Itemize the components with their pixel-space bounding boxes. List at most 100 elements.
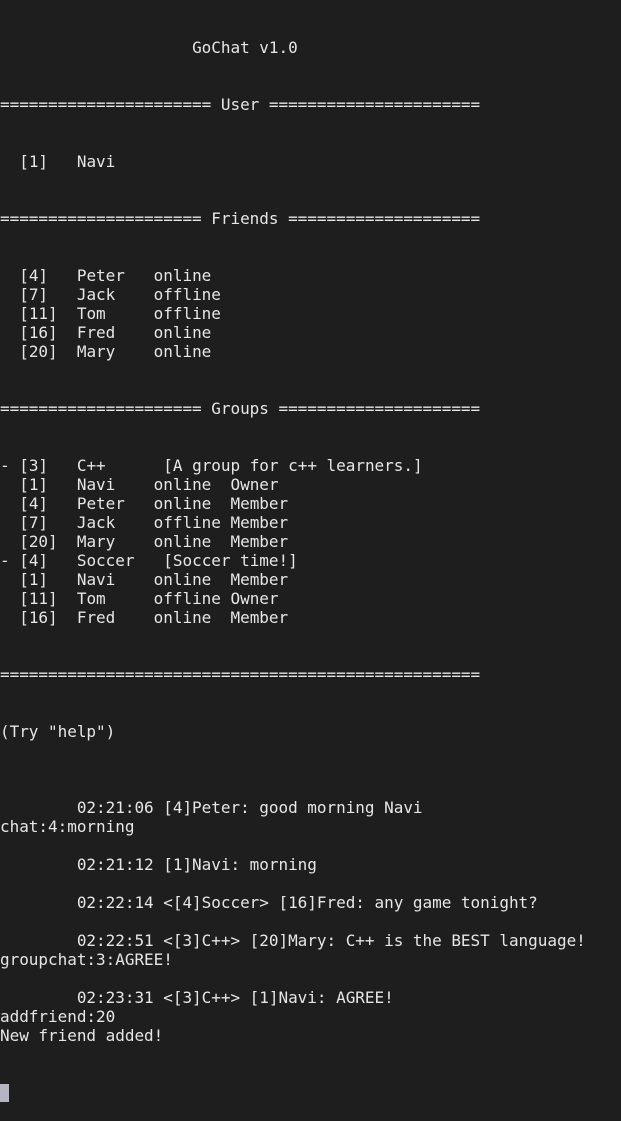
group-member-row: [16] Fred online Member	[0, 608, 621, 627]
chat-message: 02:21:12 [1]Navi: morning	[0, 855, 317, 874]
friend-row[interactable]: [16] Fred online	[0, 323, 621, 342]
member-id: [16]	[19, 608, 77, 627]
group-marker: -	[0, 551, 20, 570]
group-member-row: [11] Tom offline Owner	[0, 589, 621, 608]
friend-status: online	[153, 342, 212, 361]
friend-name: Fred	[76, 323, 154, 342]
friend-row[interactable]: [11] Tom offline	[0, 304, 621, 323]
end-separator: ========================================…	[0, 665, 481, 684]
friend-name: Mary	[76, 342, 154, 361]
member-name: Mary	[76, 532, 154, 551]
member-status: online	[153, 570, 231, 589]
friend-row[interactable]: [7] Jack offline	[0, 285, 621, 304]
group-description: [A group for c++ learners.]	[163, 456, 423, 475]
user-command: chat:4:morning	[0, 817, 135, 836]
member-name: Jack	[76, 513, 154, 532]
chat-message: 02:22:14 <[4]Soccer> [16]Fred: any game …	[0, 893, 538, 912]
member-name: Navi	[76, 570, 154, 589]
member-id: [11]	[19, 589, 77, 608]
command-input-line[interactable]	[0, 1083, 621, 1102]
group-id: [3]	[19, 456, 77, 475]
groups-section-separator: ===================== Groups ===========…	[0, 399, 481, 418]
group-header-row[interactable]: - [3] C++ [A group for c++ learners.]	[0, 456, 621, 475]
help-hint: (Try "help")	[0, 722, 116, 741]
friend-name: Jack	[76, 285, 154, 304]
groups-list: - [3] C++ [A group for c++ learners.] [1…	[0, 456, 621, 627]
friends-section-separator: ===================== Friends ==========…	[0, 209, 481, 228]
member-status: online	[153, 532, 231, 551]
friend-id: [7]	[19, 285, 77, 304]
current-user: [1] Navi	[0, 152, 621, 171]
user-command: addfriend:20	[0, 1007, 116, 1026]
member-name: Tom	[76, 589, 154, 608]
group-marker: -	[0, 456, 20, 475]
terminal-window[interactable]: GoChat v1.0 ====================== User …	[0, 0, 621, 1102]
member-role: Member	[230, 494, 289, 513]
friend-id: [16]	[19, 323, 77, 342]
group-member-row: [1] Navi online Member	[0, 570, 621, 589]
member-status: online	[153, 608, 231, 627]
friend-name: Tom	[76, 304, 154, 323]
group-member-row: [1] Navi online Owner	[0, 475, 621, 494]
user-command: groupchat:3:AGREE!	[0, 950, 173, 969]
friend-row[interactable]: [20] Mary online	[0, 342, 621, 361]
friend-status: offline	[153, 304, 221, 323]
app-title: GoChat v1.0	[192, 38, 298, 57]
command-output: New friend added!	[0, 1026, 164, 1045]
user-name: Navi	[76, 152, 116, 171]
member-status: online	[153, 494, 231, 513]
friend-row[interactable]: [4] Peter online	[0, 266, 621, 285]
member-role: Owner	[230, 589, 279, 608]
friends-list: [4] Peter online [7] Jack offline [11] T…	[0, 266, 621, 361]
group-name: C++	[76, 456, 164, 475]
member-id: [4]	[19, 494, 77, 513]
member-status: online	[153, 475, 231, 494]
member-role: Member	[230, 532, 289, 551]
friend-name: Peter	[76, 266, 154, 285]
app-title-line: GoChat v1.0	[0, 38, 621, 57]
title-indent	[0, 38, 192, 57]
group-id: [4]	[19, 551, 77, 570]
member-id: [1]	[19, 570, 77, 589]
group-description: [Soccer time!]	[163, 551, 298, 570]
friend-status: online	[153, 266, 212, 285]
member-status: offline	[153, 513, 231, 532]
member-id: [1]	[19, 475, 77, 494]
member-status: offline	[153, 589, 231, 608]
friend-id: [20]	[19, 342, 77, 361]
chat-message: 02:22:51 <[3]C++> [20]Mary: C++ is the B…	[0, 931, 586, 950]
chat-message: 02:21:06 [4]Peter: good morning Navi	[0, 798, 423, 817]
group-member-row: [20] Mary online Member	[0, 532, 621, 551]
member-role: Member	[230, 608, 289, 627]
member-role: Owner	[230, 475, 279, 494]
group-member-row: [7] Jack offline Member	[0, 513, 621, 532]
chat-transcript: 02:21:06 [4]Peter: good morning Navi chat…	[0, 779, 621, 1045]
member-role: Member	[230, 513, 289, 532]
friend-id: [11]	[19, 304, 77, 323]
member-id: [20]	[19, 532, 77, 551]
user-id: [1]	[19, 152, 77, 171]
group-header-row[interactable]: - [4] Soccer [Soccer time!]	[0, 551, 621, 570]
text-cursor	[0, 1084, 9, 1102]
friend-status: offline	[153, 285, 221, 304]
group-name: Soccer	[76, 551, 164, 570]
member-role: Member	[230, 570, 289, 589]
user-section-separator: ====================== User ============…	[0, 95, 481, 114]
member-name: Fred	[76, 608, 154, 627]
member-name: Peter	[76, 494, 154, 513]
member-name: Navi	[76, 475, 154, 494]
